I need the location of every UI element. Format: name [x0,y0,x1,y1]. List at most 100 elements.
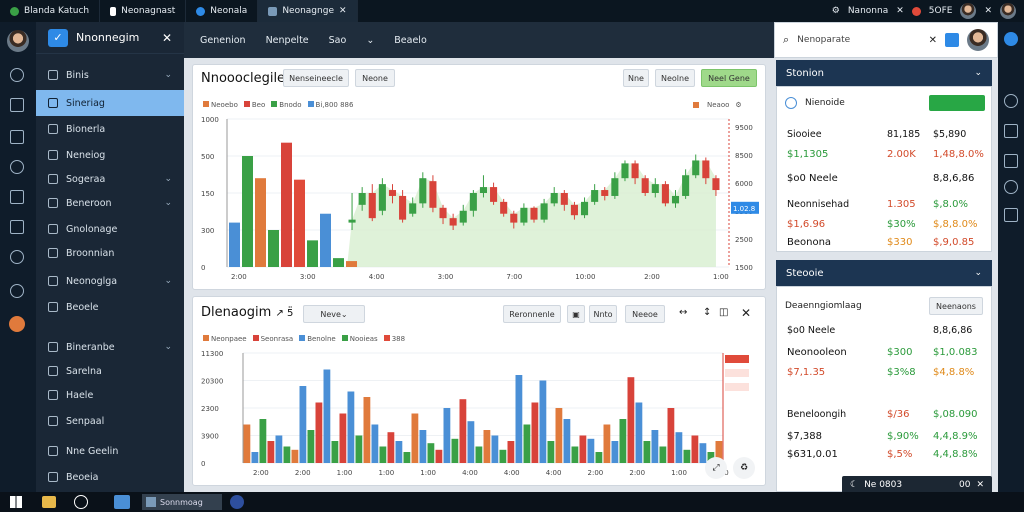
shield-icon[interactable] [10,284,24,298]
x-tick-label: 2:00 [253,469,269,477]
notification-icon[interactable] [9,316,25,332]
sidebar-item[interactable]: Nne Geelin [36,438,184,464]
chart2-button[interactable]: Neeoe [625,305,665,323]
watchlist-header[interactable]: Stonion ⌄ [776,60,992,86]
grid-icon[interactable] [1004,208,1018,222]
avatar-secondary[interactable] [1000,3,1016,19]
user-avatar[interactable] [7,30,29,52]
action-button[interactable] [929,95,985,111]
lock-icon[interactable]: ▣ [567,305,585,323]
explorer-icon[interactable] [114,495,130,509]
nav-item[interactable]: Genenion [200,35,246,46]
sidebar-item-label: Beoele [66,301,99,313]
clear-icon[interactable]: ✕ [929,35,937,46]
chart2-button[interactable]: Reronnenle [503,305,561,323]
chart-panel-secondary: Dlenaogim ↗ 5̈̈ Neve ⌄ Reronnenle ▣ Nnto… [192,296,766,486]
bar [683,449,691,463]
browser-tab-2[interactable]: Neonagnast [100,0,187,22]
browser-tab-4[interactable]: Neonagnge ✕ [258,0,358,22]
users-icon[interactable] [10,160,24,174]
filter-button[interactable] [945,33,959,47]
bar [603,424,611,463]
bar [379,446,387,463]
sidebar-item[interactable]: Senpaal [36,408,184,434]
sidebar-item[interactable]: Sarelna [36,358,184,384]
chart1-button[interactable]: Nenseineecle [283,69,349,87]
chart1-button[interactable]: Neone [355,69,395,87]
candle [560,193,568,205]
close-sidebar-icon[interactable]: ✕ [162,31,172,45]
sidebar-item-label: Haele [66,389,94,401]
x-tick-label: 4:00 [546,469,562,477]
sidebar-item[interactable]: Sogeraa ⌄ [36,166,184,192]
chart1-button[interactable]: Neolne [655,69,695,87]
sidebar-item[interactable]: Beneroon ⌄ [36,190,184,216]
chevron-down-icon[interactable]: ⌄ [366,35,374,46]
grid-icon[interactable] [10,220,24,234]
clock-icon[interactable] [10,250,24,264]
tab-close-icon[interactable]: ✕ [339,6,347,16]
zoom-icon[interactable]: ⤢ [705,457,727,479]
window-close-icon[interactable]: ✕ [984,6,992,16]
chevron-down-icon: ⌄ [974,68,982,78]
close-icon[interactable]: ✕ [896,6,904,16]
fullscreen-icon[interactable]: ◫ [719,307,728,318]
browser-tab-3[interactable]: Neonala [186,0,259,22]
sort-icon[interactable]: ↕ [703,307,711,318]
chat-icon[interactable] [1004,94,1018,108]
bar [459,399,467,463]
nav-item[interactable]: Nenpelte [266,35,309,46]
taskbar-app[interactable]: Sonnmoag [142,494,222,510]
sidebar-item[interactable]: Neonoglga ⌄ [36,268,184,294]
sidebar-item[interactable]: Binis ⌄ [36,62,184,88]
chart1-button[interactable]: Nne [623,69,649,87]
sidebar-item[interactable]: Neneiog [36,142,184,168]
folder-icon[interactable] [42,496,56,508]
bar [643,441,651,463]
sidebar-item[interactable]: Bionerla [36,116,184,142]
sidebar-item[interactable]: Bineranbe ⌄ [36,334,184,360]
expand-icon[interactable]: ↔ [679,307,687,318]
bar [675,432,683,463]
settings-icon[interactable]: ⚙ [832,6,840,16]
document-icon[interactable] [1004,154,1018,168]
settings-icon[interactable]: ⚙ [735,101,741,109]
chart2-button[interactable]: Nnto [589,305,617,323]
tab-favicon-icon [268,6,278,16]
windows-start-icon[interactable] [10,496,22,508]
list-cell: $300 [887,347,913,358]
nav-item[interactable]: Sao [329,35,347,46]
sidebar-item[interactable]: Beoele [36,294,184,320]
movers-header[interactable]: Steooie ⌄ [776,260,992,286]
nav-item[interactable]: Beaelo [394,35,426,46]
bar [268,230,279,267]
browser-icon[interactable] [230,495,244,509]
sidebar-item[interactable]: Beoeia [36,464,184,490]
tab-label: Neonagnge [282,6,334,16]
app-icon[interactable] [1004,32,1018,46]
close-icon[interactable]: ✕ [976,480,984,490]
sidebar-item[interactable]: Broonnian [36,240,184,266]
sidebar-item[interactable]: Sineriag [36,90,184,116]
link-icon[interactable] [1004,180,1018,194]
calendar-icon[interactable] [10,130,24,144]
chart2-select[interactable]: Neve ⌄ [303,305,365,323]
cube-icon[interactable] [1004,124,1018,138]
search-icon[interactable] [74,495,88,509]
movers-button[interactable]: Neenaons [929,297,983,315]
document-icon[interactable] [10,190,24,204]
search-input[interactable]: Nenoparate [797,35,920,45]
profile-avatar[interactable] [967,29,989,51]
chart1-active-button[interactable]: Neel Gene [701,69,757,87]
browser-tab-1[interactable]: Blanda Katuch [0,0,101,22]
sidebar-item[interactable]: Haele [36,382,184,408]
account-label[interactable]: Nanonna [848,6,888,16]
sidebar-item-icon [48,224,58,234]
sidebar-item[interactable]: Gnolonage [36,216,184,242]
list-cell: Siooiee [787,129,822,140]
avatar[interactable] [960,3,977,19]
star-icon[interactable] [10,98,24,112]
chat-icon[interactable] [10,68,24,82]
refresh-icon[interactable]: ♻ [733,457,755,479]
close-icon[interactable]: ✕ [741,306,751,320]
